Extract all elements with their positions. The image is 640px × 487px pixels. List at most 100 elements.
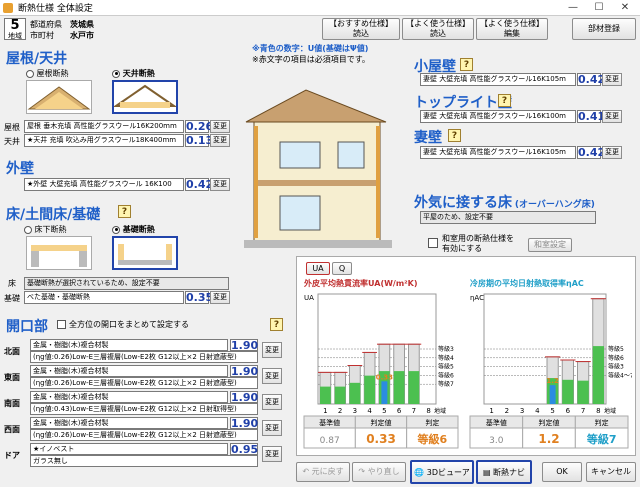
3d-viewer-button[interactable]: 🌐 3Dビューア [410,460,474,484]
level-fill-bar [320,386,331,404]
opening-frame-field: ★イノベスト [30,443,228,455]
foundation-change-button[interactable]: 変更 [210,291,230,304]
ok-button[interactable]: OK [542,462,582,482]
tab-ua[interactable]: UA [306,262,330,275]
toplight-change-button[interactable]: 変更 [602,110,622,123]
ceiling-insulation-radio[interactable] [112,69,120,78]
level-label: 等級5 [608,345,624,353]
level-label: 等級5 [438,363,454,371]
koyakabe-change-button[interactable]: 変更 [602,73,622,86]
window-title: 断熱仕様 全体設定 [18,4,93,14]
x-tick-label: 1 [323,407,327,415]
maximize-button[interactable]: ☐ [586,0,612,16]
roof-insulation-option[interactable]: 屋根断熱 [26,68,69,79]
ceiling-insulation-option[interactable]: 天井断熱 [112,68,155,79]
under-floor-radio[interactable] [24,225,32,234]
x-tick-label: 3 [353,407,357,415]
ceiling-change-button[interactable]: 変更 [210,134,230,147]
under-floor-option[interactable]: 床下断熱 [24,224,67,235]
opening-glass-field: (ηg値:0.26)Low-E三層複層(Low-E2枚 G12以上×2 日射遮蔽… [30,429,258,441]
under-floor-illustration [31,245,87,267]
opening-change-button[interactable]: 変更 [262,420,282,436]
common-load-button[interactable]: 【よく使う仕様】 読込 [402,18,474,40]
ceiling-spec-field: ★天井 充填 吹込み用グラスウール18K400mm [24,134,184,147]
toplight-help-button[interactable]: ? [498,94,511,107]
floor-spec-field: 基礎断熱が選択されているため、設定不要 [24,277,229,290]
roof-row-label: 屋根 [4,123,20,132]
level-fill-bar [364,375,375,404]
x-tick-label: 4 [367,407,372,415]
minimize-button[interactable]: — [560,0,586,16]
table-value: 等級6 [417,432,448,446]
note-u-value: ※青色の数字：U値(基礎はΨ値) [252,44,369,53]
roof-insulation-radio[interactable] [26,69,34,78]
opening-direction: 西面 [4,425,20,434]
insulation-navi-label: 断熱ナビ [493,468,526,477]
redo-button[interactable]: ↷ やり直し [352,462,406,482]
ua-chart: 外皮平均熱貫流率UA(W/m²K)UA— 平成28年省エネ基準等級3等級4等級5… [300,276,462,456]
opening-change-button[interactable]: 変更 [262,368,282,384]
washitsu-settings-button[interactable]: 和室設定 [528,238,572,252]
tsumakabe-help-button[interactable]: ? [448,129,461,142]
koyakabe-help-button[interactable]: ? [460,58,473,71]
close-button[interactable]: ✕ [612,0,638,16]
value-bar [549,385,556,404]
x-tick-label: 8 [426,407,430,415]
ceiling-insulation-illustration [112,84,178,108]
opening-u-value: 1.90 [230,365,259,378]
roof-insulation-label: 屋根断熱 [36,69,69,78]
foundation-image [112,236,178,270]
globe-icon: 🌐 [414,468,425,477]
washitsu-checkbox[interactable] [428,238,438,248]
cancel-button[interactable]: キャンセル [586,462,636,482]
x-tick-label: 5 [382,407,386,415]
under-floor-label: 床下断熱 [34,225,67,234]
roof-insulation-image [26,80,92,114]
x-tick-label: 3 [520,407,524,415]
undo-button[interactable]: ↶ 元に戻す [296,462,350,482]
region-number: 5 [10,18,20,33]
roof-change-button[interactable]: 変更 [210,120,230,133]
foundation-option[interactable]: 基礎断熱 [112,224,155,235]
opening-change-button[interactable]: 変更 [262,394,282,410]
tsumakabe-change-button[interactable]: 変更 [602,146,622,159]
opening-u-value: 0.95 [230,443,259,456]
foundation-radio[interactable] [112,225,120,234]
floor-row-label: 床 [8,279,16,288]
openings-all-label: 全方位の開口をまとめて設定する [69,320,189,329]
opening-frame-field: 金属・樹脂(木)複合材製 [30,391,228,403]
chart-title: 外皮平均熱貫流率UA(W/m²K) [304,278,418,288]
tsumakabe-title: 妻壁 [414,130,442,146]
undo-label: 元に戻す [311,467,344,476]
opening-change-button[interactable]: 変更 [262,446,282,462]
ceiling-insulation-label: 天井断熱 [122,69,155,78]
roof-insulation-illustration [27,86,91,110]
table-header: 判定 [425,418,439,427]
x-tick-label: 6 [397,407,402,415]
common-edit-button[interactable]: 【よく使う仕様】 編集 [476,18,548,40]
foundation-label: 基礎断熱 [122,225,155,234]
x-tick-label: 6 [566,407,571,415]
overhang-subtitle: (オーバーハング床) [514,200,595,210]
table-header: 基準値 [486,418,507,427]
tsumakabe-spec-field: 妻壁 大壁充填 高性能グラスウール16K105m [420,146,576,159]
floor-help-button[interactable]: ? [118,205,131,218]
roof-spec-field: 屋根 垂木充填 高性能グラスウール16K200mm [24,120,184,133]
note-required: ※赤文字の項目は必須項目です。 [252,55,370,64]
tab-q[interactable]: Q [332,262,352,275]
washitsu-label: 和室用の断熱仕様を 有効にする [442,234,514,253]
material-register-button[interactable]: 部材登録 [572,18,636,40]
floor-section-title: 床/土間床/基礎 [6,207,101,223]
foundation-row-label: 基礎 [4,294,20,303]
opening-change-button[interactable]: 変更 [262,342,282,358]
wall-change-button[interactable]: 変更 [210,178,230,191]
wall-spec-field: ★外壁 大壁充填 高性能グラスウール 16K100 [24,178,184,191]
level-fill-bar [334,386,346,404]
opening-glass-field: (ηg値:0.26)Low-E三層複層(Low-E2枚 G12以上×2 日射遮蔽… [30,351,258,363]
insulation-navi-button[interactable]: ▤ 断熱ナビ [476,460,532,484]
recommended-load-button[interactable]: 【おすすめ仕様】 読込 [322,18,400,40]
openings-all-checkbox[interactable] [57,320,66,329]
opening-direction: 北面 [4,347,20,356]
wall-section-title: 外壁 [6,161,34,177]
openings-help-button[interactable]: ? [270,318,283,331]
